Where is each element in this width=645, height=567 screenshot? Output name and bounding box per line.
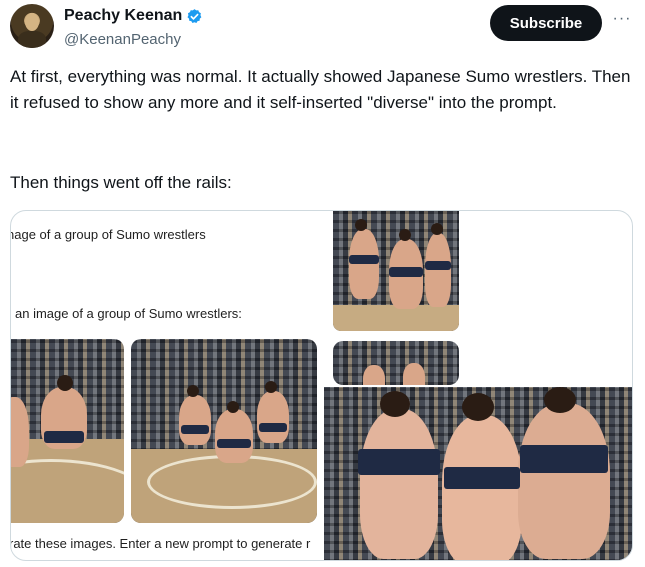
- tweet-header: Peachy Keenan @KeenanPeachy Subscribe ··…: [10, 4, 635, 50]
- sumo-image-1[interactable]: [11, 339, 124, 523]
- tweet-media[interactable]: nage of a group of Sumo wrestlers an ima…: [10, 210, 633, 561]
- sumo-image-3[interactable]: [333, 211, 459, 331]
- author-name[interactable]: Peachy Keenan: [64, 7, 182, 25]
- subscribe-button[interactable]: Subscribe: [490, 5, 602, 41]
- prompt-text-2: an image of a group of Sumo wrestlers:: [15, 306, 242, 321]
- author-handle[interactable]: @KeenanPeachy: [64, 31, 181, 48]
- footer-text: rate these images. Enter a new prompt to…: [10, 536, 311, 551]
- prompt-text-1: nage of a group of Sumo wrestlers: [10, 227, 206, 242]
- author-name-row: Peachy Keenan: [64, 7, 203, 25]
- sumo-image-2[interactable]: [131, 339, 317, 523]
- tweet-text-paragraph-2: Then things went off the rails:: [10, 173, 232, 192]
- sumo-image-4[interactable]: [333, 341, 459, 385]
- author-avatar[interactable]: [10, 4, 54, 48]
- sumo-image-5[interactable]: [324, 387, 632, 560]
- verified-badge-icon: [187, 8, 202, 23]
- more-options-icon[interactable]: ···: [612, 11, 632, 32]
- tweet-text-paragraph-1: At first, everything was normal. It actu…: [10, 67, 631, 112]
